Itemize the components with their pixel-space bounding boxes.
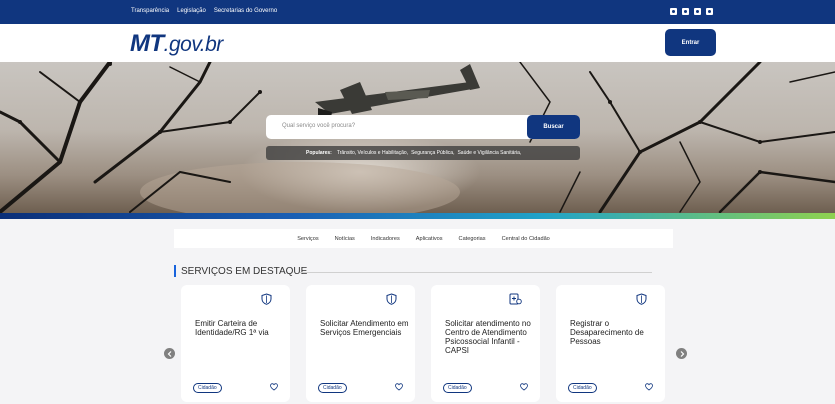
card-title[interactable]: Registrar o Desaparecimento de Pessoas (570, 319, 660, 346)
card-title[interactable]: Solicitar Atendimento em Serviços Emerge… (320, 319, 410, 337)
carousel-next-button[interactable] (676, 348, 687, 359)
chevron-right-icon (680, 350, 684, 357)
card-tag[interactable]: Cidadão (568, 383, 597, 393)
shield-icon (636, 293, 647, 305)
enter-button[interactable]: Entrar (665, 29, 716, 56)
nav-central-cidadao[interactable]: Central do Cidadão (502, 236, 550, 242)
service-card[interactable]: Emitir Carteira de Identidade/RG 1ª via … (181, 285, 290, 402)
chevron-left-icon (167, 350, 171, 357)
facebook-icon[interactable] (670, 8, 677, 15)
shield-icon (386, 293, 397, 305)
nav-aplicativos[interactable]: Aplicativos (416, 236, 443, 242)
card-tag[interactable]: Cidadão (193, 383, 222, 393)
carousel-prev-button[interactable] (164, 348, 175, 359)
card-title[interactable]: Emitir Carteira de Identidade/RG 1ª via (195, 319, 285, 337)
service-card[interactable]: Registrar o Desaparecimento de Pessoas C… (556, 285, 665, 402)
search-button[interactable]: Buscar (527, 115, 580, 139)
link-secretarias[interactable]: Secretarias do Governo (214, 8, 277, 14)
twitter-icon[interactable] (682, 8, 689, 15)
top-links: Transparência Legislação Secretarias do … (131, 8, 277, 14)
nav-servicos[interactable]: Serviços (297, 236, 318, 242)
logo-mt: MT (130, 30, 164, 57)
popular-item-saude[interactable]: Saúde e Vigilância Sanitária, (457, 150, 521, 156)
section-title: SERVIÇOS EM DESTAQUE (174, 265, 307, 277)
popular-item-seguranca[interactable]: Segurança Pública, (411, 150, 454, 156)
header: MT.gov.br Entrar (0, 24, 835, 62)
link-legislacao[interactable]: Legislação (177, 8, 206, 14)
hero-gradient-bar (0, 213, 835, 219)
section-divider (300, 272, 652, 273)
service-card[interactable]: Solicitar atendimento no Centro de Atend… (431, 285, 540, 402)
favorite-icon[interactable] (520, 383, 528, 391)
section-title-text: SERVIÇOS EM DESTAQUE (181, 265, 308, 277)
favorite-icon[interactable] (645, 383, 653, 391)
nav-categorias[interactable]: Categorias (459, 236, 486, 242)
section-title-bar (174, 265, 176, 277)
site-logo[interactable]: MT.gov.br (130, 30, 223, 58)
social-links (670, 8, 713, 15)
top-bar: Transparência Legislação Secretarias do … (0, 0, 835, 24)
favorite-icon[interactable] (270, 383, 278, 391)
service-card[interactable]: Solicitar Atendimento em Serviços Emerge… (306, 285, 415, 402)
card-tag[interactable]: Cidadão (318, 383, 347, 393)
popular-label: Populares: (306, 150, 332, 156)
shield-icon (261, 293, 272, 305)
health-icon (509, 293, 522, 305)
search-input[interactable]: Qual serviço você procura? (282, 123, 355, 129)
main-nav: Serviços Notícias Indicadores Aplicativo… (174, 229, 673, 248)
logo-gov: .gov.br (163, 33, 224, 56)
nav-indicadores[interactable]: Indicadores (371, 236, 400, 242)
favorite-icon[interactable] (395, 383, 403, 391)
popular-item-transito[interactable]: Trânsito, Veículos e Habilitação, (337, 150, 408, 156)
popular-searches: Populares: Trânsito, Veículos e Habilita… (266, 146, 580, 160)
card-title[interactable]: Solicitar atendimento no Centro de Atend… (445, 319, 535, 355)
youtube-icon[interactable] (706, 8, 713, 15)
card-tag[interactable]: Cidadão (443, 383, 472, 393)
instagram-icon[interactable] (694, 8, 701, 15)
link-transparencia[interactable]: Transparência (131, 8, 169, 14)
nav-noticias[interactable]: Notícias (335, 236, 355, 242)
